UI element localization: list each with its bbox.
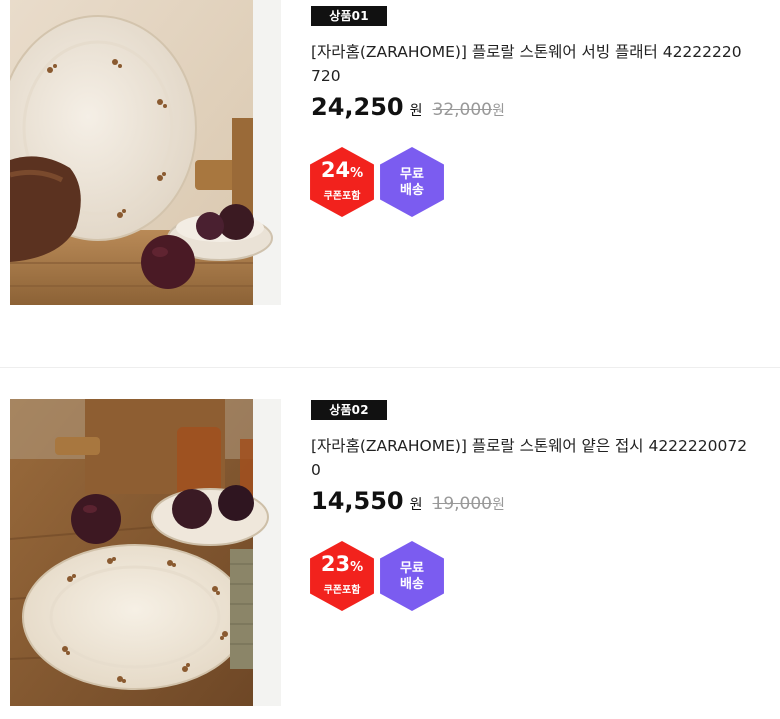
sale-price-unit: 원 — [409, 497, 423, 513]
product-title[interactable]: [자라홈(ZARAHOME)] 플로랄 스톤웨어 서빙 플래터 42222220… — [311, 40, 751, 88]
product-card[interactable]: 상품02 [자라홈(ZARAHOME)] 플로랄 스톤웨어 얕은 접시 4222… — [0, 367, 780, 719]
free-shipping-label: 무료 배송 — [400, 561, 424, 592]
price-row: 14,550 원 19,000 원 — [311, 487, 505, 521]
product-title[interactable]: [자라홈(ZARAHOME)] 플로랄 스톤웨어 얕은 접시 422222007… — [311, 434, 751, 482]
discount-percent: 24% — [320, 158, 364, 182]
discount-badge: 24% 쿠폰포함 — [310, 147, 374, 217]
product-image[interactable] — [10, 0, 281, 305]
discount-label: 쿠폰포함 — [323, 191, 361, 202]
product-image[interactable] — [10, 399, 281, 706]
discount-label: 쿠폰포함 — [323, 585, 361, 596]
product-card[interactable]: 상품01 [자라홈(ZARAHOME)] 플로랄 스톤웨어 서빙 플래터 422… — [0, 0, 780, 367]
sale-price: 24,250 — [311, 93, 404, 121]
price-row: 24,250 원 32,000 원 — [311, 93, 505, 127]
sale-price-unit: 원 — [409, 103, 423, 119]
sale-price: 14,550 — [311, 487, 404, 515]
discount-percent: 23% — [320, 552, 364, 576]
free-shipping-badge: 무료 배송 — [380, 147, 444, 217]
free-shipping-badge: 무료 배송 — [380, 541, 444, 611]
free-shipping-label: 무료 배송 — [400, 167, 424, 198]
original-price: 32,000 — [432, 100, 492, 120]
original-price: 19,000 — [432, 494, 492, 514]
discount-badge: 23% 쿠폰포함 — [310, 541, 374, 611]
original-price-unit: 원 — [492, 103, 505, 119]
product-number-tag: 상품01 — [311, 6, 387, 26]
original-price-unit: 원 — [492, 497, 505, 513]
product-number-tag: 상품02 — [311, 400, 387, 420]
